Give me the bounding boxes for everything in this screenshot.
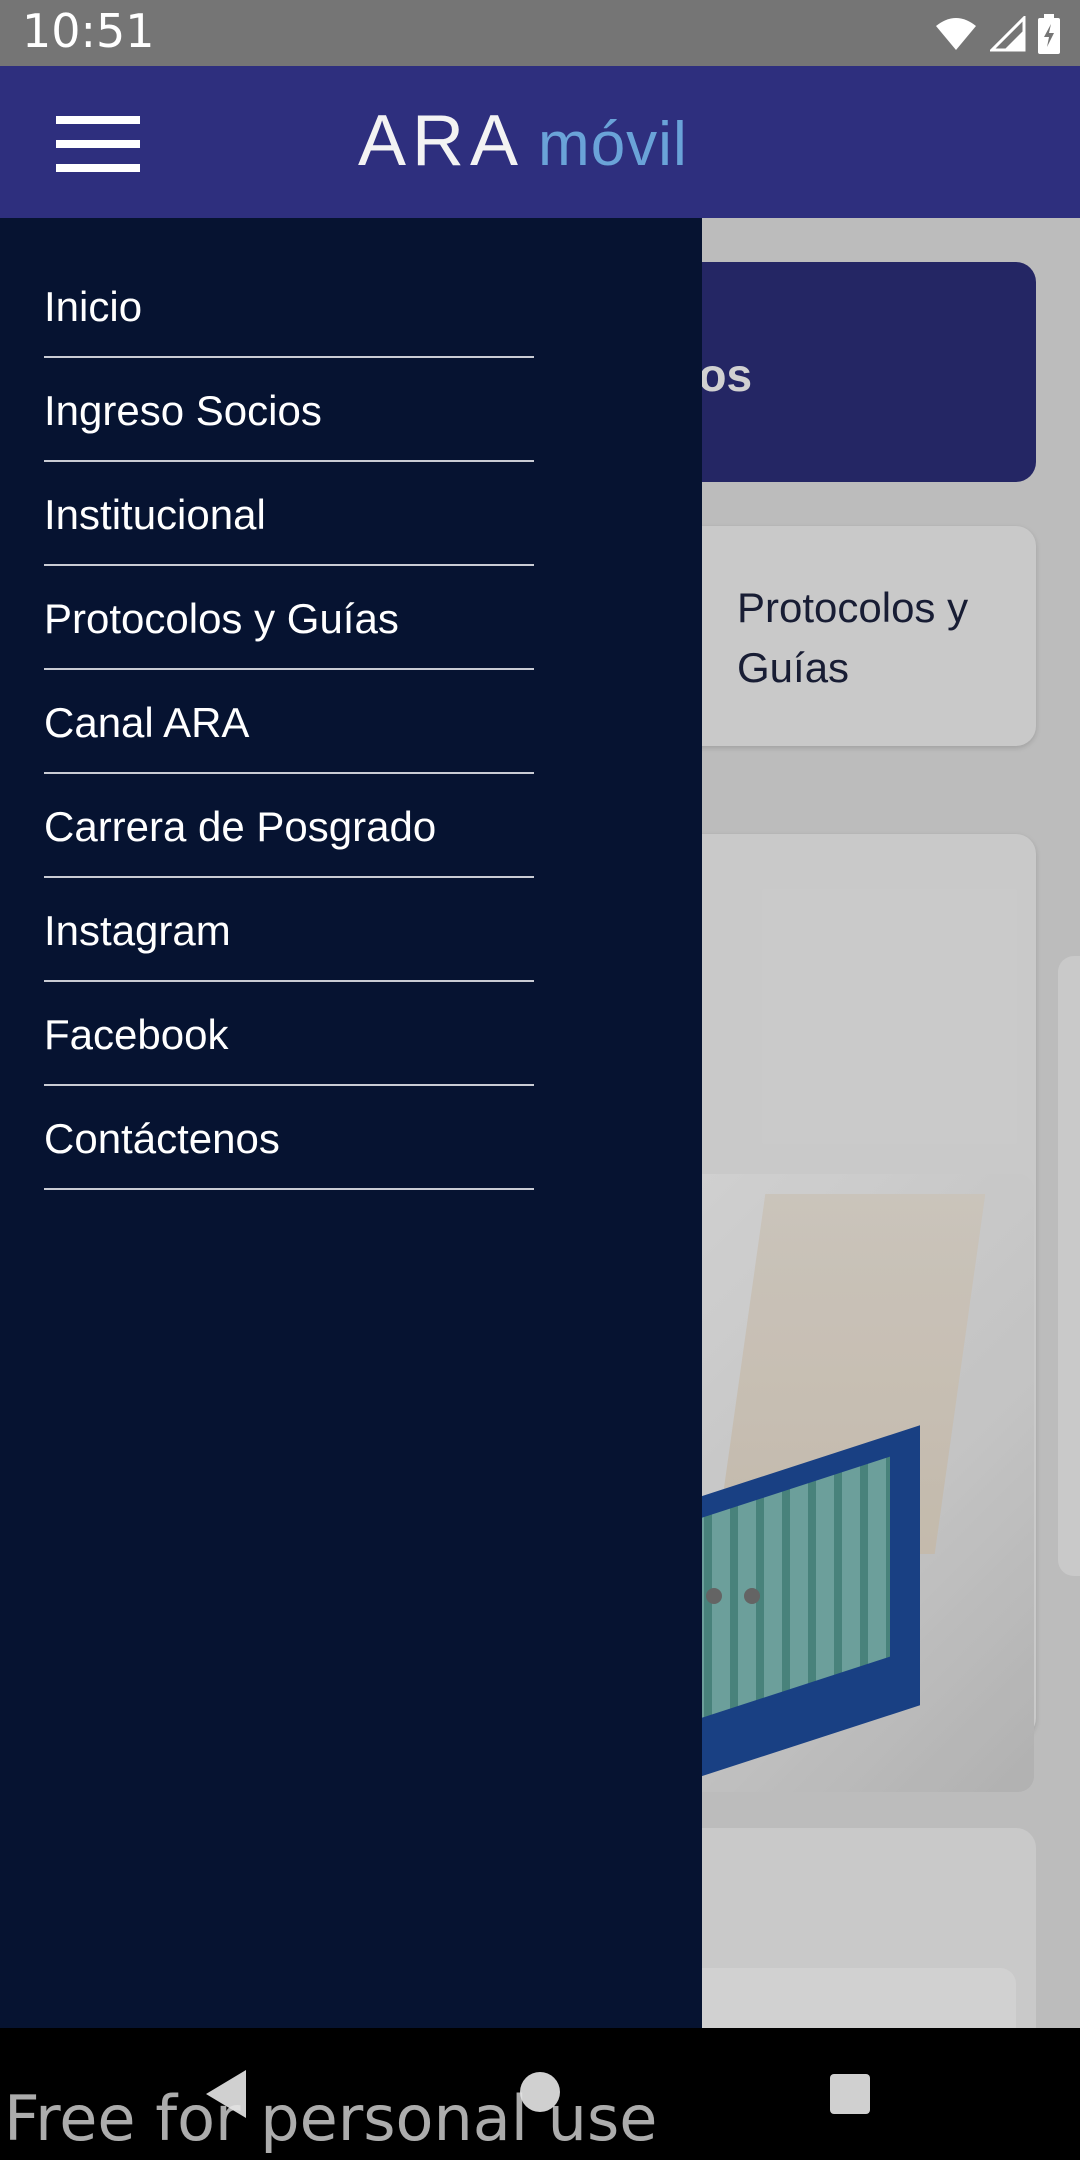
logo-movil-text: móvil	[538, 110, 688, 179]
wifi-icon	[936, 18, 976, 50]
drawer-item-canal-ara[interactable]: Canal ARA	[44, 670, 534, 774]
drawer-item-instagram[interactable]: Instagram	[44, 878, 534, 982]
signal-icon	[990, 16, 1026, 52]
drawer-item-protocolos[interactable]: Protocolos y Guías	[44, 566, 534, 670]
drawer-item-institucional[interactable]: Institucional	[44, 462, 534, 566]
watermark-text: Free for personal use	[4, 2082, 658, 2155]
status-bar: 10:51	[0, 0, 1080, 66]
battery-icon	[1038, 14, 1060, 54]
app-logo: ARA móvil	[358, 100, 688, 181]
recents-icon[interactable]	[830, 2074, 870, 2114]
drawer-item-carrera-posgrado[interactable]: Carrera de Posgrado	[44, 774, 534, 878]
hamburger-menu-icon[interactable]	[56, 116, 140, 172]
app-header: ARA móvil	[0, 66, 1080, 218]
status-icons	[934, 14, 1060, 54]
drawer-item-facebook[interactable]: Facebook	[44, 982, 534, 1086]
navigation-drawer: Inicio Ingreso Socios Institucional Prot…	[0, 218, 702, 2028]
drawer-item-ingreso-socios[interactable]: Ingreso Socios	[44, 358, 534, 462]
drawer-item-inicio[interactable]: Inicio	[44, 254, 534, 358]
drawer-item-contactenos[interactable]: Contáctenos	[44, 1086, 534, 1190]
logo-ara-text: ARA	[358, 101, 525, 181]
drawer-menu: Inicio Ingreso Socios Institucional Prot…	[44, 254, 534, 1190]
status-time: 10:51	[22, 4, 155, 58]
